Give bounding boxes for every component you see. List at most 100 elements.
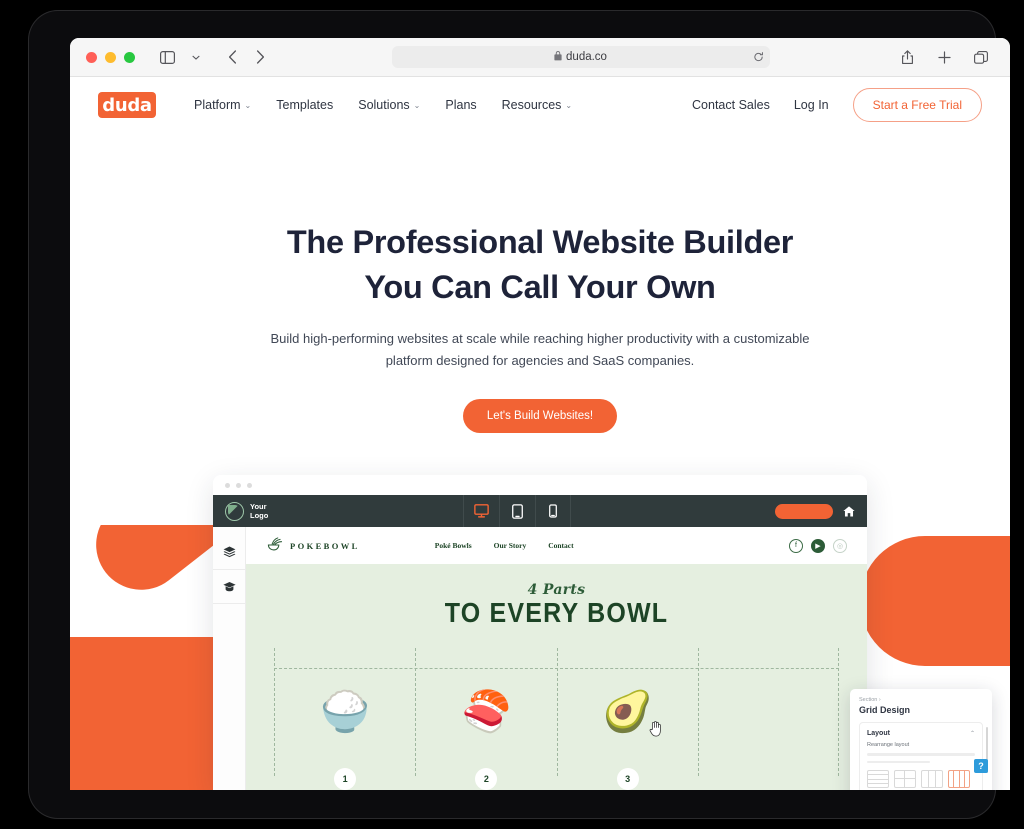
editor-logo-mark-icon: [225, 501, 244, 521]
editor-sidebar: [213, 527, 246, 790]
nav-item-plans-label: Plans: [445, 98, 477, 112]
layout-section-header: Layout ⌃: [867, 730, 975, 737]
browser-toolbar: duda.co: [70, 38, 1010, 77]
grid-cell-2[interactable]: 🍣 2: [415, 648, 556, 790]
plus-icon[interactable]: [931, 45, 957, 69]
log-in-link[interactable]: Log In: [794, 98, 829, 112]
minimize-window-button[interactable]: [105, 51, 116, 63]
layout-option-1x4[interactable]: 1x4: [867, 770, 889, 790]
chevron-down-icon: ⌄: [413, 101, 421, 110]
nav-item-solutions[interactable]: Solutions ⌄: [358, 98, 420, 112]
nav-item-resources[interactable]: Resources ⌄: [502, 98, 572, 112]
sidebar-controls: [154, 45, 209, 69]
help-badge[interactable]: ?: [974, 759, 988, 773]
pokebowl-nav-poke-bowls[interactable]: Poké Bowls: [435, 541, 472, 550]
grid-cell-1-number: 1: [334, 768, 357, 790]
layout-option-3x1[interactable]: 3x1: [921, 770, 943, 790]
maximize-window-button[interactable]: [124, 51, 135, 63]
address-bar[interactable]: duda.co: [391, 46, 770, 68]
tab-overview-icon[interactable]: [968, 45, 994, 69]
youtube-icon[interactable]: ▶: [811, 538, 825, 553]
grid-cell-1[interactable]: 🍚 1: [274, 648, 415, 790]
nav-item-solutions-label: Solutions: [358, 98, 410, 112]
hero-subtext: Build high-performing websites at scale …: [270, 331, 810, 369]
pokebowl-logo[interactable]: POKEBOWL: [266, 536, 360, 555]
placeholder-bar: [867, 753, 975, 756]
editor-logo-line1: Your: [250, 501, 267, 511]
reload-icon[interactable]: [753, 52, 764, 63]
chevron-up-icon[interactable]: ⌃: [970, 730, 975, 737]
layout-option-2x2[interactable]: 2x2: [894, 770, 916, 790]
device-tab-tablet[interactable]: [499, 495, 535, 527]
editor-mockup: Your Logo POKEBOWL Poké Bowls Our Story …: [213, 475, 867, 790]
preview-grid-row: 🍚 1 🍣 2 🥑 3: [274, 648, 839, 790]
layout-option-4x1[interactable]: 4x1: [948, 770, 970, 790]
grid-panel-title: Grid Design: [859, 705, 911, 715]
facebook-icon[interactable]: f: [789, 538, 803, 553]
layout-section-title: Layout: [867, 730, 890, 737]
nav-links: Platform ⌄ Templates Solutions ⌄ Plans R: [194, 98, 572, 112]
sidebar-chevron-down-icon[interactable]: [183, 45, 209, 69]
back-arrow-icon[interactable]: [219, 45, 245, 69]
duda-logo[interactable]: duda: [98, 92, 156, 118]
editor-canvas: POKEBOWL Poké Bowls Our Story Contact f …: [246, 527, 867, 790]
window-controls: [86, 51, 135, 63]
navigation-controls: [219, 45, 273, 69]
lock-icon: [554, 51, 562, 63]
device-preview-tabs: [463, 495, 571, 527]
publish-button[interactable]: [775, 503, 833, 519]
pokebowl-mark-icon: [266, 536, 283, 555]
start-free-trial-button[interactable]: Start a Free Trial: [852, 88, 982, 122]
grid-cell-3[interactable]: 🥑 3: [556, 648, 698, 790]
home-icon[interactable]: [843, 505, 855, 517]
nav-item-resources-label: Resources: [501, 98, 562, 112]
sidebar-item-learn[interactable]: [213, 570, 245, 604]
lets-build-websites-button[interactable]: Let's Build Websites!: [462, 398, 618, 433]
device-tab-desktop[interactable]: [463, 495, 499, 527]
preview-hero-section: 4 Parts TO EVERY BOWL 🍚 1 🍣 2 🥑 3: [246, 564, 867, 790]
nav-actions: Contact Sales Log In Start a Free Trial: [692, 88, 982, 122]
preview-site-header: POKEBOWL Poké Bowls Our Story Contact f …: [246, 527, 867, 564]
nav-item-templates[interactable]: Templates: [276, 98, 333, 112]
layout-options: 1x4 2x2 3x1 4x1: [867, 770, 975, 790]
decorative-orange-shape-right: [860, 528, 1010, 673]
share-icon[interactable]: [894, 45, 920, 69]
hero-headline: The Professional Website Builder You Can…: [70, 220, 1010, 309]
address-bar-url: duda.co: [566, 51, 607, 63]
chevron-down-icon: ⌄: [565, 101, 573, 110]
hero-headline-line2: You Can Call Your Own: [364, 268, 716, 305]
pokebowl-brand-name: POKEBOWL: [290, 540, 360, 551]
laptop-frame: duda.co duda Platform ⌄ Templates Soluti…: [28, 10, 1010, 819]
grid-panel-breadcrumb[interactable]: Section ›: [859, 697, 983, 703]
placeholder-bar-short: [867, 760, 930, 763]
hand-cursor-icon: [649, 721, 662, 740]
pokebowl-nav-contact[interactable]: Contact: [548, 541, 573, 550]
hero-section: The Professional Website Builder You Can…: [70, 133, 1010, 433]
grid-design-panel: Section › Grid Design Layout ⌃ Rearrange…: [850, 689, 992, 790]
pokebowl-nav-our-story[interactable]: Our Story: [494, 541, 527, 550]
editor-body: POKEBOWL Poké Bowls Our Story Contact f …: [213, 527, 867, 790]
close-window-button[interactable]: [86, 51, 97, 63]
sidebar-item-layers[interactable]: [213, 536, 245, 570]
layout-section-card: Layout ⌃ Rearrange layout 1x4 2x2: [859, 722, 983, 790]
editor-logo-text: Your Logo: [250, 502, 268, 521]
hero-headline-line1: The Professional Website Builder: [286, 224, 794, 260]
contact-sales-link[interactable]: Contact Sales: [692, 98, 770, 112]
address-bar-container: duda.co: [273, 46, 888, 68]
rice-bowl-image: 🍚: [320, 690, 371, 734]
editor-toolbar: Your Logo: [213, 495, 867, 527]
pokebowl-social-links: f ▶ ◎: [789, 538, 847, 553]
editor-logo: Your Logo: [213, 501, 463, 521]
nav-item-platform[interactable]: Platform ⌄: [194, 98, 251, 112]
grid-cell-4[interactable]: [697, 648, 839, 776]
device-tab-mobile[interactable]: [535, 495, 571, 527]
instagram-icon[interactable]: ◎: [833, 538, 847, 553]
salmon-image: 🍣: [461, 690, 512, 734]
forward-arrow-icon[interactable]: [247, 45, 273, 69]
sidebar-toggle-icon[interactable]: [154, 45, 180, 69]
editor-logo-line2: Logo: [250, 511, 269, 520]
avocado-image: 🥑: [602, 690, 653, 734]
preview-hero-title: TO EVERY BOWL: [444, 597, 669, 629]
chevron-down-icon: ⌄: [244, 101, 252, 110]
nav-item-plans[interactable]: Plans: [445, 98, 476, 112]
